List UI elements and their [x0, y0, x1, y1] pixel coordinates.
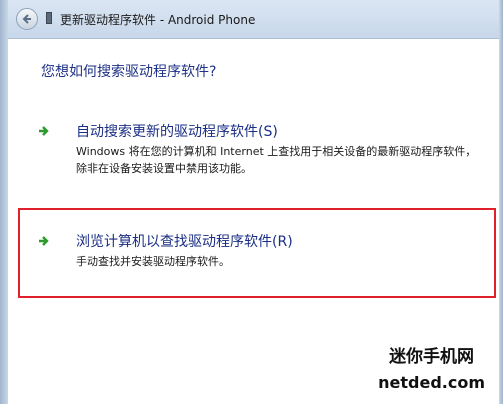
option-browse-computer-title[interactable]: 浏览计算机以查找驱动程序软件(R): [76, 231, 293, 251]
green-arrow-icon: [39, 126, 49, 136]
option-auto-search-title[interactable]: 自动搜索更新的驱动程序软件(S): [76, 121, 278, 141]
watermark: 迷你手机网 netded.com: [378, 346, 485, 394]
window-frame-left: [0, 0, 8, 404]
option-browse-computer-description: 手动查找并安装驱动程序软件。: [76, 255, 230, 268]
page-heading: 您想如何搜索驱动程序软件?: [41, 64, 217, 80]
green-arrow-icon: [39, 236, 49, 246]
window-title: 更新驱动程序软件 - Android Phone: [60, 13, 256, 27]
phone-device-icon: [46, 12, 52, 24]
option-auto-search-description: Windows 将在您的计算机和 Internet 上查找用于相关设备的最新驱动…: [76, 145, 477, 175]
back-arrow-icon: [22, 14, 31, 24]
back-button[interactable]: [16, 8, 38, 30]
window-frame-right: [499, 0, 503, 404]
title-bar: 更新驱动程序软件 - Android Phone: [8, 0, 499, 39]
watermark-site-name: 迷你手机网: [389, 347, 475, 367]
watermark-site-url: netded.com: [378, 373, 485, 392]
